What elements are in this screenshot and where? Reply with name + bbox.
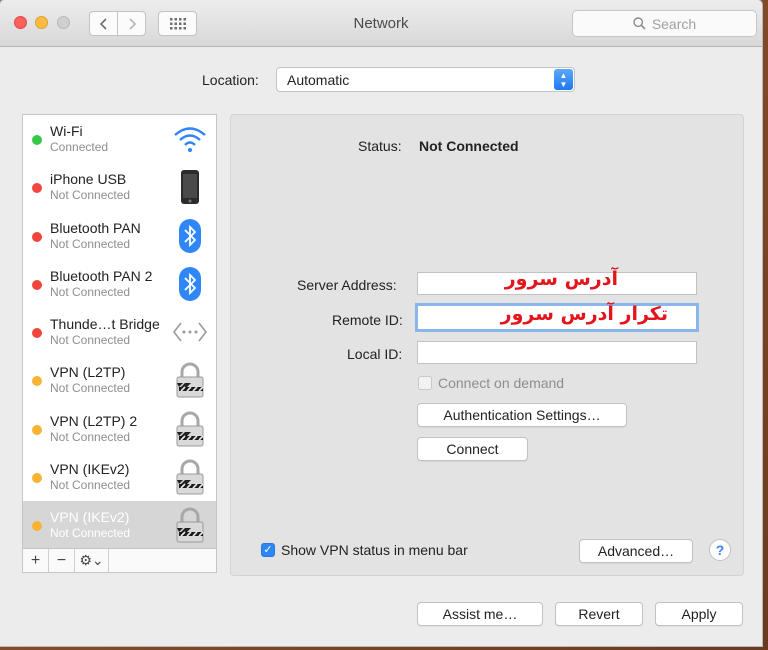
iphone-icon: [172, 169, 208, 205]
service-item[interactable]: Bluetooth PAN Not Connected: [23, 212, 216, 260]
status-dot: [32, 231, 42, 242]
status-dot: [32, 424, 42, 435]
status-dot: [32, 521, 42, 532]
help-button[interactable]: ?: [709, 539, 731, 561]
action-menu-button[interactable]: ⚙⌄: [75, 549, 109, 572]
location-select[interactable]: Automatic ▲ ▼: [276, 67, 575, 92]
lock-icon: [172, 507, 208, 543]
service-list-toolbar: + − ⚙⌄: [22, 548, 217, 573]
show-vpn-status-checkbox[interactable]: ✓ Show VPN status in menu bar: [261, 542, 468, 558]
status-dot: [32, 183, 42, 194]
status-value: Not Connected: [419, 138, 519, 154]
status-dot: [32, 279, 42, 290]
connect-on-demand-label: Connect on demand: [438, 375, 565, 391]
apply-button[interactable]: Apply: [655, 602, 743, 626]
service-item[interactable]: VPN (IKEv2) Not Connected: [23, 501, 216, 550]
thunderbolt-bridge-icon: [172, 314, 208, 350]
checkmark-icon: ✓: [261, 543, 275, 557]
status-dot: [32, 473, 42, 484]
revert-button[interactable]: Revert: [555, 602, 643, 626]
search-placeholder: Search: [651, 15, 697, 32]
authentication-settings-button[interactable]: Authentication Settings…: [417, 403, 627, 427]
service-list[interactable]: Wi-Fi Connected iPhone USB Not Connected Blu…: [22, 114, 217, 550]
service-item[interactable]: VPN (L2TP) Not Connected: [23, 356, 216, 404]
vpn-detail-panel: Status: Not Connected Server Address: آد…: [230, 114, 744, 576]
server-address-value: آدرس سرور: [504, 268, 618, 290]
checkbox-box: [418, 376, 432, 390]
add-service-button[interactable]: +: [23, 549, 49, 572]
connect-on-demand-checkbox[interactable]: Connect on demand: [418, 375, 564, 391]
service-item[interactable]: Bluetooth PAN 2 Not Connected: [23, 260, 216, 308]
lock-icon: [172, 411, 208, 447]
search-icon: [633, 17, 646, 30]
bluetooth-icon: [172, 218, 208, 254]
remote-id-value: تکرار آدرس سرور: [500, 303, 668, 325]
lock-icon: [172, 459, 208, 495]
status-dot: [32, 376, 42, 387]
advanced-button[interactable]: Advanced…: [579, 539, 693, 563]
wifi-icon: [172, 121, 208, 157]
location-value: Automatic: [287, 72, 350, 88]
network-preferences-window: Network Search Location: Automatic ▲ ▼ Wi…: [0, 0, 762, 646]
remove-service-button[interactable]: −: [49, 549, 75, 572]
assist-me-button[interactable]: Assist me…: [417, 602, 543, 626]
service-item[interactable]: Wi-Fi Connected: [23, 115, 216, 163]
status-dot: [32, 328, 42, 339]
titlebar: Network Search: [0, 0, 762, 47]
service-item[interactable]: Thunde…t Bridge Not Connected: [23, 308, 216, 356]
bluetooth-icon: [172, 266, 208, 302]
local-id-label: Local ID:: [347, 346, 403, 362]
connect-button[interactable]: Connect: [417, 437, 528, 461]
service-item[interactable]: iPhone USB Not Connected: [23, 163, 216, 211]
server-address-label: Server Address:: [297, 277, 397, 293]
lock-icon: [172, 362, 208, 398]
service-item[interactable]: VPN (L2TP) 2 Not Connected: [23, 405, 216, 453]
show-vpn-status-label: Show VPN status in menu bar: [281, 542, 468, 558]
search-field[interactable]: Search: [572, 10, 757, 37]
remote-id-label: Remote ID:: [332, 312, 403, 328]
status-label: Status:: [358, 138, 402, 154]
status-dot: [32, 135, 42, 145]
updown-arrows-icon: ▲ ▼: [554, 69, 573, 90]
service-item[interactable]: VPN (IKEv2) Not Connected: [23, 453, 216, 501]
location-label: Location:: [202, 72, 259, 88]
local-id-field[interactable]: [417, 341, 697, 364]
